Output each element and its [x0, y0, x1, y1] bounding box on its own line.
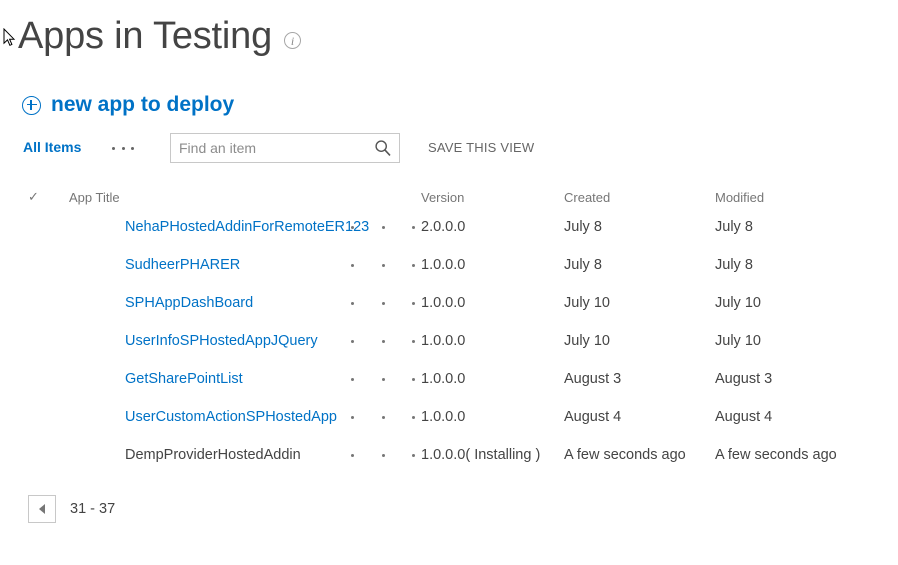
- search-box[interactable]: [170, 133, 400, 163]
- cell-created: July 8: [564, 219, 602, 235]
- apps-list-table: ✓ App Title Version Created Modified Neh…: [0, 186, 898, 474]
- cell-app-title[interactable]: GetSharePointList: [56, 360, 347, 398]
- row-select-cell[interactable]: [0, 246, 56, 284]
- app-title-link[interactable]: UserInfoSPHostedAppJQuery: [125, 333, 318, 349]
- app-title-link[interactable]: GetSharePointList: [125, 371, 243, 387]
- cell-modified: August 4: [715, 409, 773, 425]
- cell-version: 1.0.0.0: [421, 409, 466, 425]
- cell-app-title[interactable]: NehaPHostedAddinForRemoteER123: [56, 208, 369, 246]
- app-title-link[interactable]: NehaPHostedAddinForRemoteER123: [125, 219, 369, 235]
- cell-created: July 10: [564, 295, 610, 311]
- app-title-link[interactable]: SPHAppDashBoard: [125, 295, 253, 311]
- app-title-link[interactable]: UserCustomActionSPHostedApp: [125, 409, 337, 425]
- column-header-version[interactable]: Version: [415, 186, 564, 208]
- tab-all-items[interactable]: All Items: [23, 139, 81, 155]
- cell-modified: July 8: [715, 219, 753, 235]
- table-row: DempProviderHostedAddin 1.0.0.0( Installi…: [0, 436, 898, 474]
- cell-app-title[interactable]: UserInfoSPHostedAppJQuery: [56, 322, 347, 360]
- cell-modified: July 10: [715, 295, 761, 311]
- row-select-cell[interactable]: [0, 322, 56, 360]
- row-select-cell[interactable]: [0, 208, 56, 246]
- cell-modified: July 8: [715, 257, 753, 273]
- column-header-created[interactable]: Created: [564, 186, 715, 208]
- cell-version: 1.0.0.0: [421, 333, 466, 349]
- row-select-cell[interactable]: [0, 360, 56, 398]
- save-this-view-button[interactable]: SAVE THIS VIEW: [428, 140, 534, 155]
- row-ellipsis-icon[interactable]: [351, 415, 415, 419]
- page-header: Apps in Testing i: [18, 12, 302, 60]
- row-ellipsis-menu-cell[interactable]: [347, 436, 415, 474]
- cell-created: August 3: [564, 371, 622, 387]
- table-body: NehaPHostedAddinForRemoteER123 2.0.0.0 Jul…: [0, 208, 898, 474]
- row-ellipsis-menu-cell[interactable]: [347, 398, 415, 436]
- column-header-modified[interactable]: Modified: [715, 186, 898, 208]
- cell-app-title[interactable]: SPHAppDashBoard: [56, 284, 347, 322]
- select-all-checkmark-icon[interactable]: ✓: [0, 186, 56, 208]
- row-ellipsis-menu-cell[interactable]: [347, 284, 415, 322]
- cell-app-title: DempProviderHostedAddin: [125, 447, 301, 463]
- page-title: Apps in Testing: [18, 15, 273, 57]
- search-icon[interactable]: [374, 139, 392, 157]
- table-row: UserCustomActionSPHostedApp 1.0.0.0 August…: [0, 398, 898, 436]
- row-ellipsis-menu-cell[interactable]: [347, 246, 415, 284]
- view-ellipsis-icon[interactable]: [112, 141, 134, 155]
- new-app-to-deploy-label: new app to deploy: [51, 93, 235, 116]
- column-header-menu-spacer: [347, 186, 415, 208]
- cell-created: August 4: [564, 409, 622, 425]
- row-select-cell[interactable]: [0, 284, 56, 322]
- mouse-cursor: [3, 27, 16, 48]
- table-row: GetSharePointList 1.0.0.0 August 3 August 3: [0, 360, 898, 398]
- table-row: UserInfoSPHostedAppJQuery 1.0.0.0 July 10 J…: [0, 322, 898, 360]
- cell-app-title[interactable]: UserCustomActionSPHostedApp: [56, 398, 347, 436]
- row-ellipsis-icon[interactable]: [351, 263, 415, 267]
- cell-modified: August 3: [715, 371, 773, 387]
- column-header-app-title[interactable]: App Title: [56, 186, 347, 208]
- row-ellipsis-icon[interactable]: [351, 301, 415, 305]
- plus-circle-icon: [22, 95, 41, 115]
- pagination: 31 - 37: [28, 495, 115, 523]
- row-ellipsis-icon[interactable]: [351, 453, 415, 457]
- search-input[interactable]: [179, 134, 364, 162]
- cell-created: July 8: [564, 257, 602, 273]
- row-select-cell[interactable]: [0, 436, 56, 474]
- cell-version: 2.0.0.0: [421, 219, 466, 235]
- new-app-to-deploy-link[interactable]: new app to deploy: [22, 93, 234, 117]
- cell-version: 1.0.0.0: [421, 257, 466, 273]
- table-row: SudheerPHARER 1.0.0.0 July 8 July 8: [0, 246, 898, 284]
- row-ellipsis-icon[interactable]: [351, 377, 415, 381]
- triangle-left-icon: [39, 504, 45, 514]
- list-toolbar: All Items SAVE THIS VIEW: [0, 133, 898, 165]
- cell-modified: A few seconds ago: [715, 447, 837, 463]
- previous-page-button[interactable]: [28, 495, 56, 523]
- table-row: SPHAppDashBoard 1.0.0.0 July 10 July 10: [0, 284, 898, 322]
- info-icon[interactable]: i: [284, 31, 302, 49]
- row-ellipsis-menu-cell[interactable]: [347, 360, 415, 398]
- cell-version: 1.0.0.0: [421, 295, 466, 311]
- row-select-cell[interactable]: [0, 398, 56, 436]
- table-row: NehaPHostedAddinForRemoteER123 2.0.0.0 Jul…: [0, 208, 898, 246]
- cell-version: 1.0.0.0: [421, 371, 466, 387]
- table-header-row: ✓ App Title Version Created Modified: [0, 186, 898, 208]
- row-ellipsis-icon[interactable]: [351, 339, 415, 343]
- app-title-link[interactable]: SudheerPHARER: [125, 257, 240, 273]
- cell-created: July 10: [564, 333, 610, 349]
- cell-app-title[interactable]: SudheerPHARER: [56, 246, 347, 284]
- page-range-label: 31 - 37: [70, 501, 116, 517]
- row-ellipsis-menu-cell[interactable]: [347, 322, 415, 360]
- cell-modified: July 10: [715, 333, 761, 349]
- cell-created: A few seconds ago: [564, 447, 686, 463]
- cell-version: 1.0.0.0( Installing ): [421, 447, 541, 463]
